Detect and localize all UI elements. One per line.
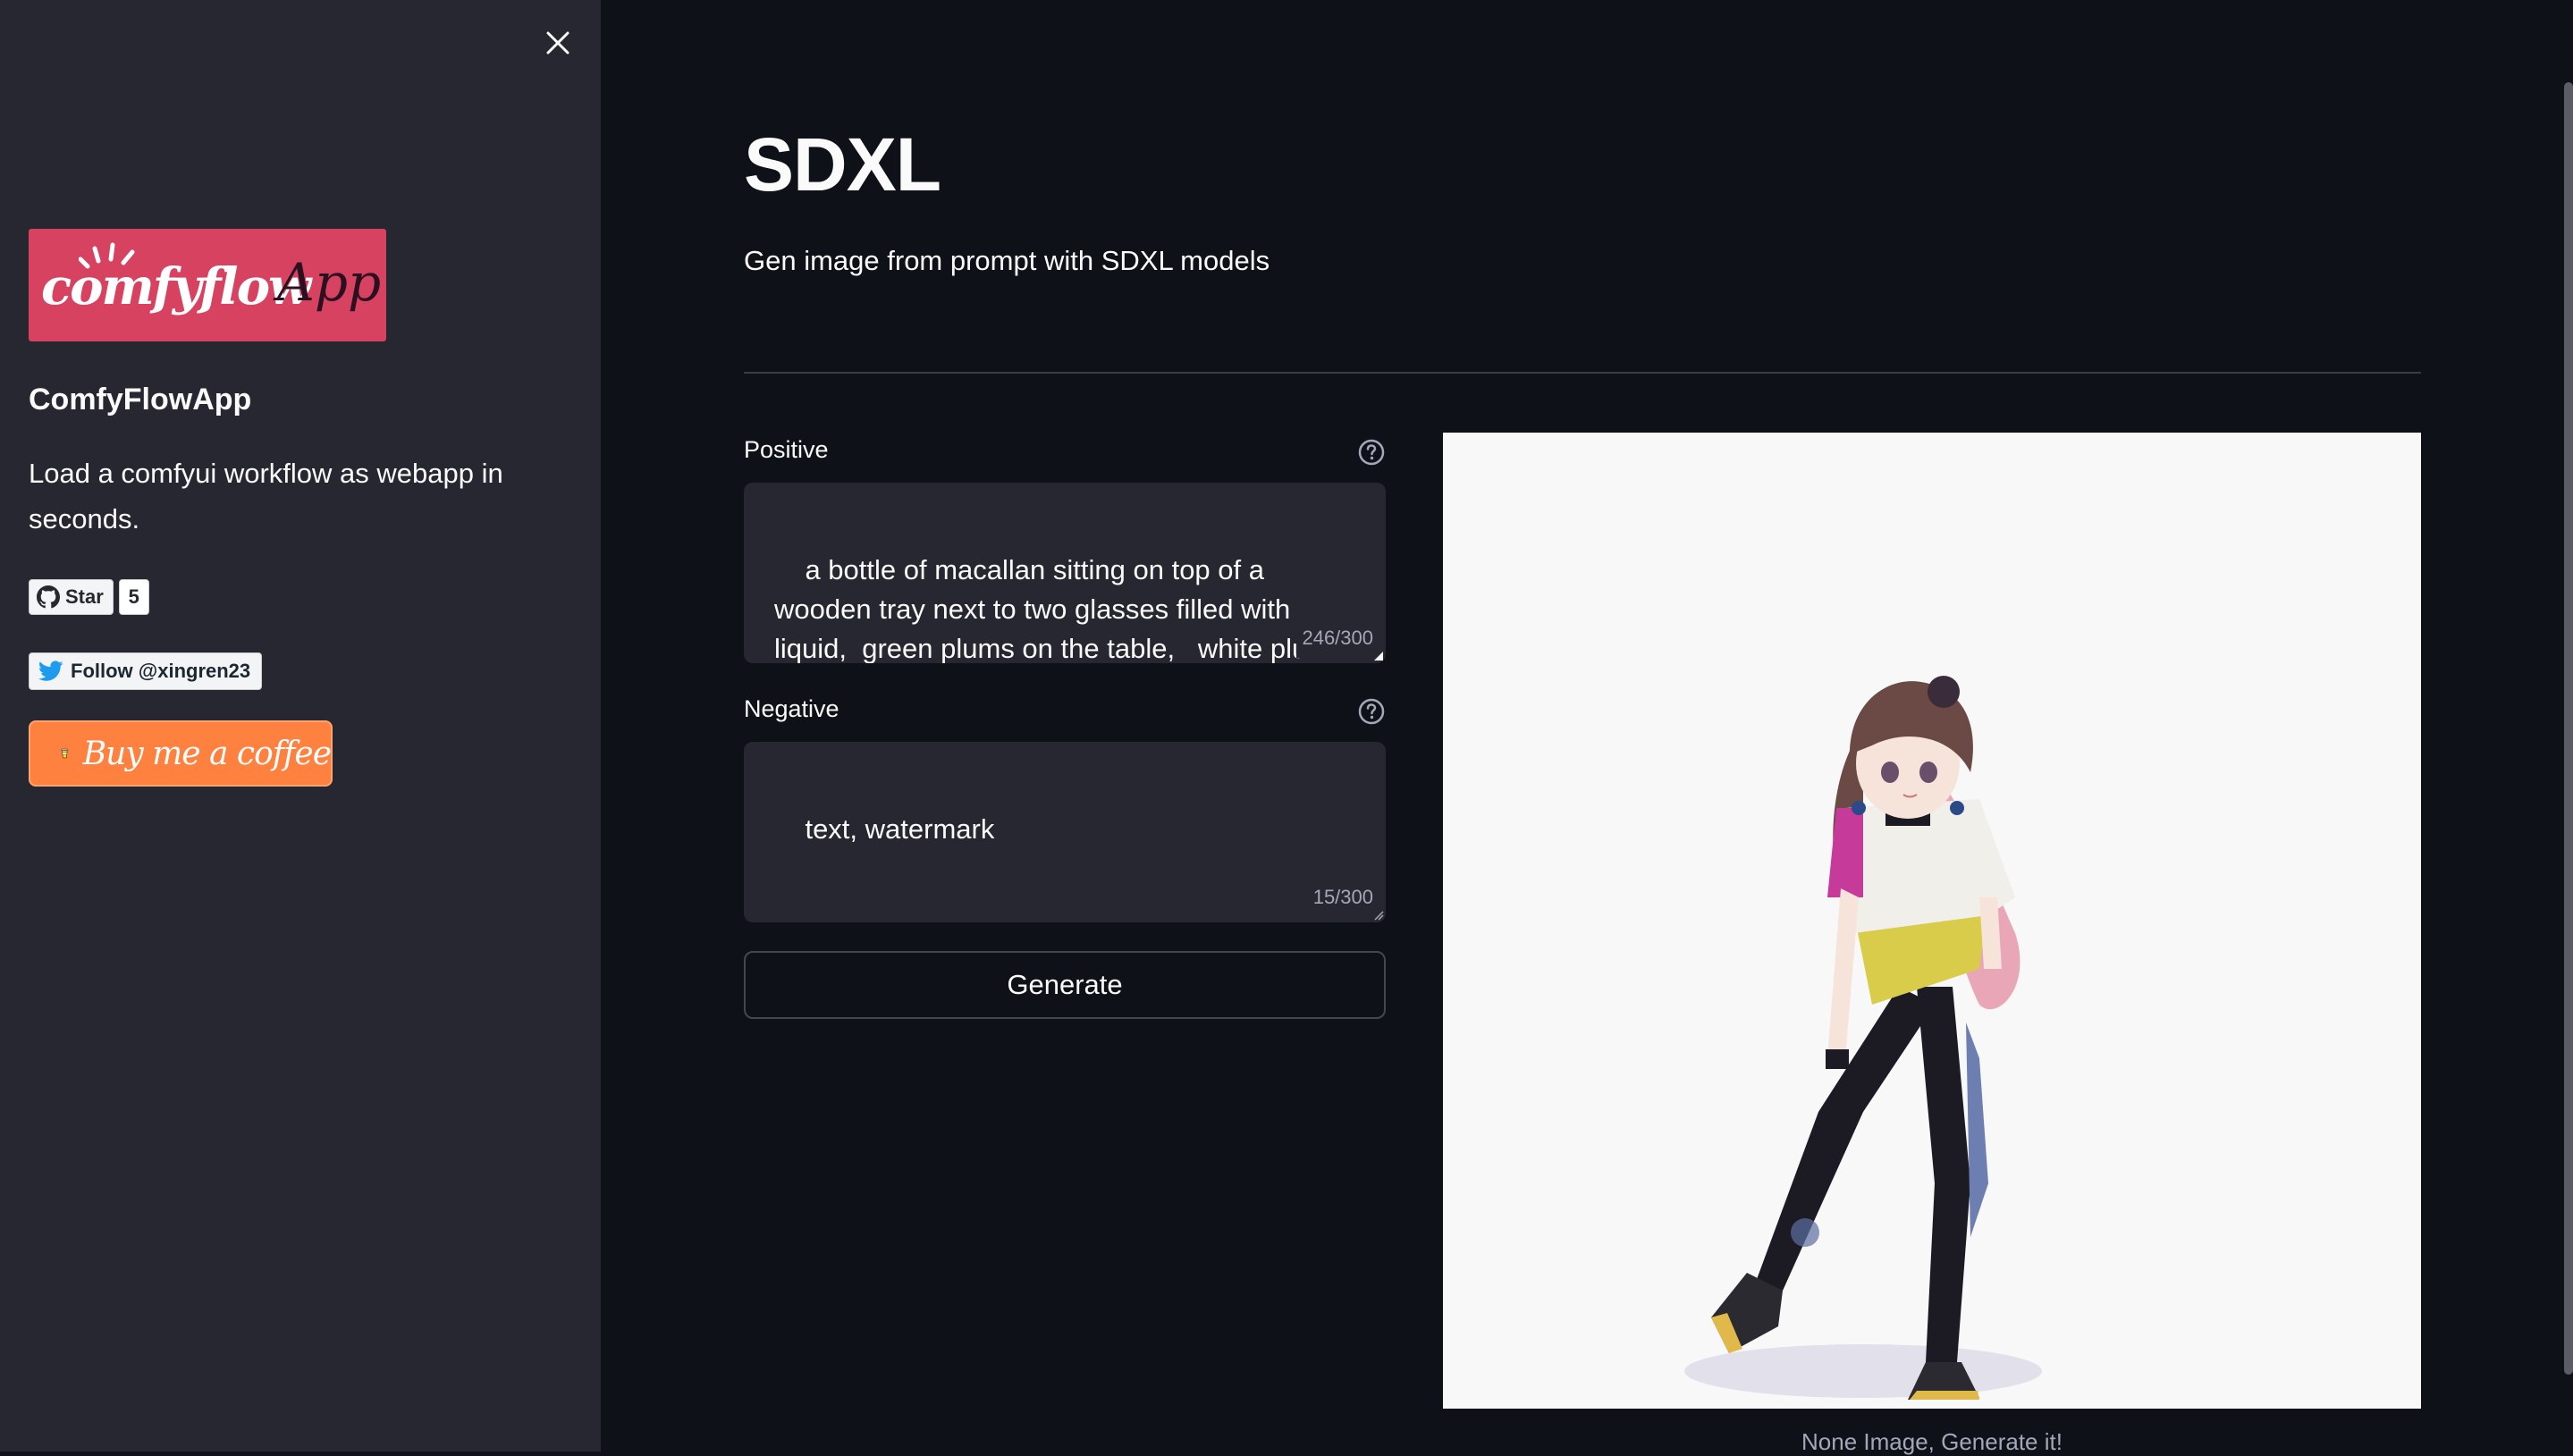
sidebar: comfyflow App ComfyFlowApp Load a comfyu…	[0, 0, 601, 1452]
buy-me-a-coffee-label: Buy me a coffee	[82, 735, 332, 772]
github-star-button[interactable]: Star	[29, 579, 114, 615]
logo-app-text: App	[277, 252, 382, 313]
negative-char-count: 15/300	[1307, 878, 1373, 917]
positive-prompt-text: a bottle of macallan sitting on top of a…	[774, 554, 1330, 663]
close-sidebar-button[interactable]	[540, 25, 576, 61]
top-header	[601, 0, 2573, 82]
page-subtitle: Gen image from prompt with SDXL models	[744, 245, 1270, 276]
twitter-follow-label: Follow @xingren23	[71, 660, 251, 682]
twitter-follow-button[interactable]: Follow @xingren23	[29, 652, 263, 690]
main-content: SDXL Gen image from prompt with SDXL mod…	[601, 0, 2573, 1455]
positive-char-count: 246/300	[1296, 619, 1373, 658]
scrollbar[interactable]	[2564, 82, 2573, 1375]
github-star-label: Star	[65, 585, 104, 608]
github-star-count[interactable]: 5	[118, 579, 149, 615]
close-icon	[546, 31, 569, 55]
github-icon	[37, 585, 60, 609]
app-description: Load a comfyui workflow as webapp in sec…	[29, 458, 503, 534]
buy-me-a-coffee-button[interactable]: Buy me a coffee	[29, 720, 333, 787]
anime-girl-illustration	[1443, 433, 2421, 1409]
coffee-cup-icon	[61, 748, 69, 759]
resize-grip-icon[interactable]	[1371, 649, 1384, 661]
generate-button[interactable]: Generate	[744, 951, 1386, 1019]
app-title: ComfyFlowApp	[29, 383, 252, 417]
divider	[744, 372, 2421, 374]
generated-image	[1443, 433, 2421, 1409]
logo-wordmark: comfyflow	[41, 257, 311, 316]
question-circle-icon[interactable]	[1357, 697, 1386, 726]
positive-prompt-textarea[interactable]: a bottle of macallan sitting on top of a…	[744, 483, 1386, 663]
negative-label: Negative	[744, 695, 839, 722]
negative-prompt-textarea[interactable]: text, watermark 15/300	[744, 742, 1386, 922]
negative-prompt-text: text, watermark	[805, 813, 995, 845]
image-caption: None Image, Generate it!	[1801, 1428, 2063, 1455]
twitter-bird-icon	[38, 661, 63, 681]
positive-label: Positive	[744, 436, 829, 463]
comfyflow-logo: comfyflow App	[29, 229, 386, 341]
question-circle-icon[interactable]	[1357, 438, 1386, 467]
github-star-badge[interactable]: Star 5	[29, 579, 149, 615]
page-title: SDXL	[744, 122, 941, 206]
resize-grip-icon[interactable]	[1371, 908, 1384, 921]
